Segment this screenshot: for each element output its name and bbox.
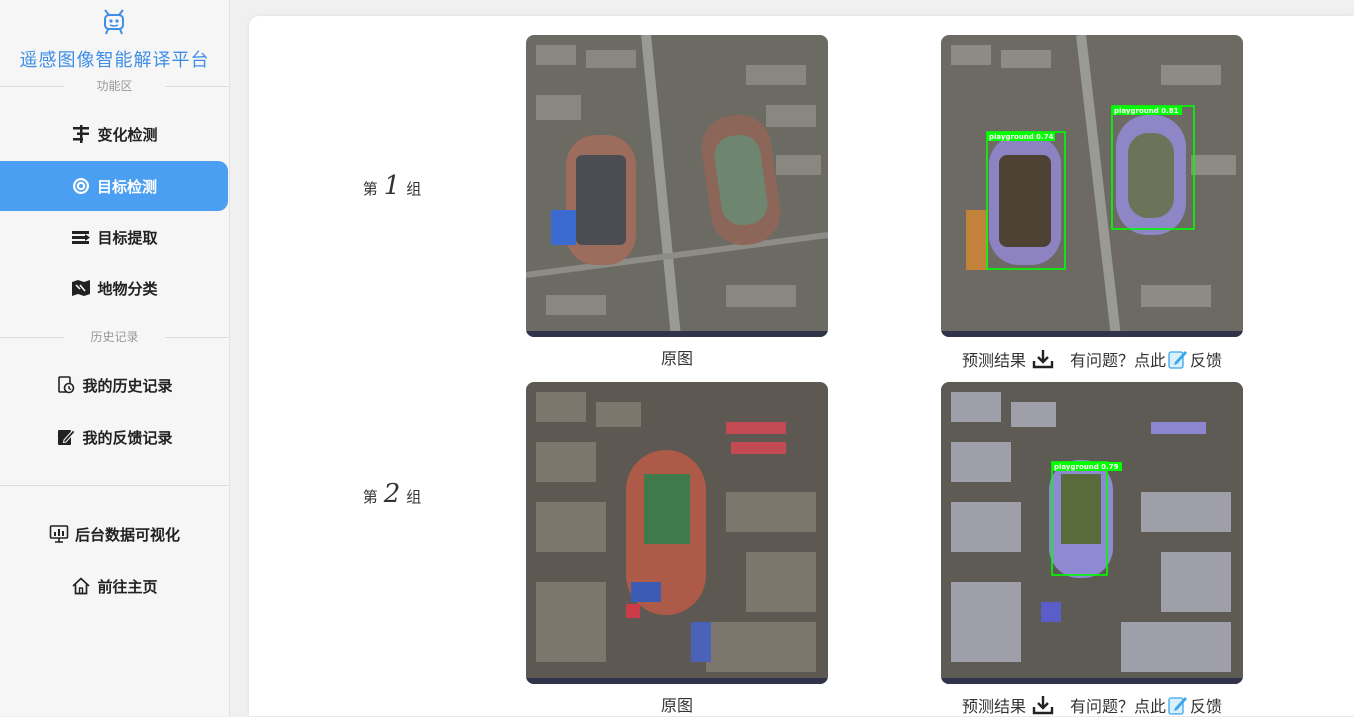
- app-title: 遥感图像智能解译平台: [19, 50, 210, 71]
- nav-item-label: 我的反馈记录: [82, 428, 173, 447]
- nav-item-label: 地物分类: [97, 279, 158, 298]
- feedback-prompt: 有问题？点此: [1070, 351, 1167, 370]
- group-suffix: 组: [406, 488, 422, 506]
- nav-item-target-detection[interactable]: 目标检测: [0, 161, 228, 211]
- target-detect-icon: [72, 178, 89, 194]
- nav-item-label: 后台数据可视化: [74, 525, 180, 544]
- group-prefix: 第: [362, 488, 378, 506]
- original-image: [526, 35, 828, 337]
- main-panel: 第1组 原图 playground 0.74 playground 0.81 预…: [249, 16, 1354, 716]
- sidebar: 遥感图像智能解译平台 功能区 变化检测 目标检测 目标提取 地物分类 历史记录 …: [0, 0, 230, 716]
- prediction-image: playground 0.79: [941, 382, 1243, 684]
- land-classify-icon: [72, 280, 91, 296]
- aerial-photo-prediction-2: playground 0.79: [941, 382, 1243, 684]
- feedback-link[interactable]: 反馈: [1190, 693, 1222, 717]
- group-label: 第1组: [332, 171, 452, 201]
- nav-item-label: 变化检测: [97, 125, 158, 144]
- nav-item-target-extraction[interactable]: 目标提取: [0, 212, 229, 262]
- feedback-link[interactable]: 反馈: [1190, 347, 1222, 371]
- group-label: 第2组: [332, 479, 452, 509]
- section-label-functions: 功能区: [96, 79, 133, 93]
- feedback-prompt: 有问题？点此: [1070, 697, 1167, 716]
- feedback-edit-icon[interactable]: [1168, 349, 1188, 369]
- prediction-result-label: 预测结果: [962, 697, 1027, 716]
- nav-item-label: 前往主页: [97, 577, 158, 596]
- sidebar-divider: [0, 485, 229, 486]
- home-icon: [72, 577, 91, 595]
- original-image: [526, 382, 828, 684]
- detection-label: playground 0.74: [989, 133, 1054, 141]
- download-icon[interactable]: [1032, 694, 1054, 716]
- aerial-photo-original-1: [526, 35, 828, 337]
- group-suffix: 组: [406, 180, 422, 198]
- aerial-photo-original-2: [526, 382, 828, 684]
- group-prefix: 第: [362, 180, 378, 198]
- original-caption: 原图: [660, 349, 693, 368]
- nav-item-label: 目标检测: [96, 177, 157, 196]
- nav-item-my-feedback[interactable]: 我的反馈记录: [0, 412, 229, 462]
- prediction-caption: 预测结果 有问题？点此 反馈: [962, 347, 1222, 371]
- group-number: 1: [383, 171, 401, 201]
- original-caption: 原图: [660, 696, 693, 715]
- section-divider-functions: 功能区: [0, 78, 229, 94]
- feedback-edit-icon[interactable]: [1168, 695, 1188, 715]
- nav-item-label: 目标提取: [97, 228, 158, 247]
- prediction-image: playground 0.74 playground 0.81: [941, 35, 1243, 337]
- prediction-result-label: 预测结果: [962, 351, 1027, 370]
- nav-item-dashboard[interactable]: 后台数据可视化: [0, 509, 229, 559]
- target-extract-icon: [72, 231, 91, 244]
- nav-item-home[interactable]: 前往主页: [0, 561, 229, 611]
- change-detect-icon: [73, 125, 90, 143]
- feedback-record-icon: [58, 429, 77, 445]
- nav-item-label: 我的历史记录: [82, 376, 173, 395]
- nav-item-land-classification[interactable]: 地物分类: [0, 263, 229, 313]
- aerial-photo-prediction-1: playground 0.74 playground 0.81: [941, 35, 1243, 337]
- dashboard-icon: [49, 525, 69, 543]
- group-number: 2: [383, 479, 401, 509]
- download-icon[interactable]: [1032, 348, 1054, 370]
- history-icon: [58, 376, 75, 394]
- nav-item-change-detection[interactable]: 变化检测: [0, 109, 229, 159]
- detection-label: playground 0.79: [1054, 463, 1119, 471]
- section-label-history: 历史记录: [90, 330, 139, 344]
- prediction-caption: 预测结果 有问题？点此 反馈: [962, 693, 1222, 717]
- robot-logo-icon: [104, 9, 124, 35]
- section-divider-history: 历史记录: [0, 329, 229, 345]
- detection-label: playground 0.81: [1114, 107, 1179, 115]
- nav-item-my-history[interactable]: 我的历史记录: [0, 360, 229, 410]
